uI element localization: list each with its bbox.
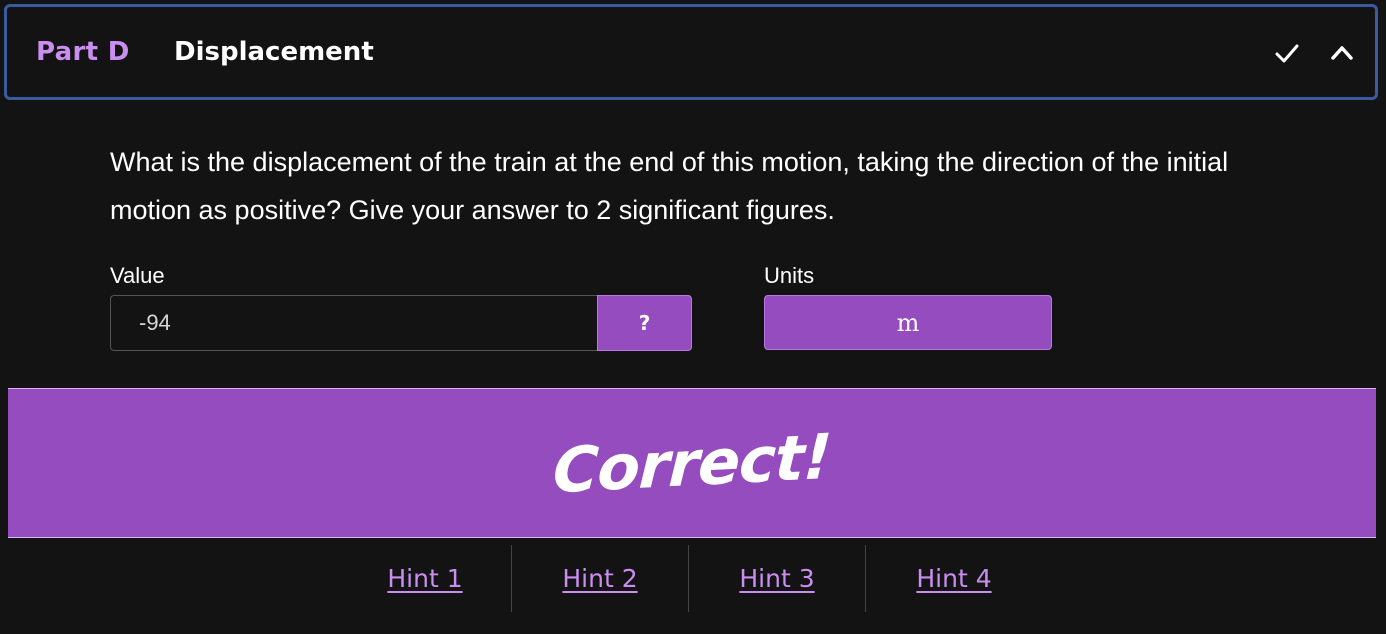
- value-input[interactable]: [111, 296, 597, 350]
- part-header[interactable]: Part D Displacement: [4, 4, 1378, 100]
- hints-bar: Hint 1 Hint 2 Hint 3 Hint 4: [339, 545, 1042, 612]
- check-icon: [1274, 40, 1300, 66]
- help-button[interactable]: ?: [597, 295, 692, 351]
- hint-3-link[interactable]: Hint 3: [689, 545, 866, 612]
- part-label: Part D: [36, 37, 130, 67]
- part-title: Displacement: [174, 37, 374, 67]
- value-label: Value: [110, 263, 165, 288]
- question-part-accordion: Part D Displacement What is the displace…: [0, 0, 1386, 634]
- feedback-text: Correct!: [551, 419, 833, 507]
- chevron-up-icon[interactable]: [1329, 40, 1355, 66]
- units-label: Units: [764, 263, 815, 288]
- hint-4-link[interactable]: Hint 4: [866, 545, 1042, 612]
- feedback-banner: Correct!: [8, 388, 1376, 538]
- question-text: What is the displacement of the train at…: [110, 147, 1229, 225]
- hint-1-link[interactable]: Hint 1: [339, 545, 512, 612]
- units-select[interactable]: m: [764, 295, 1052, 350]
- value-field[interactable]: [110, 295, 597, 351]
- hint-2-link[interactable]: Hint 2: [512, 545, 689, 612]
